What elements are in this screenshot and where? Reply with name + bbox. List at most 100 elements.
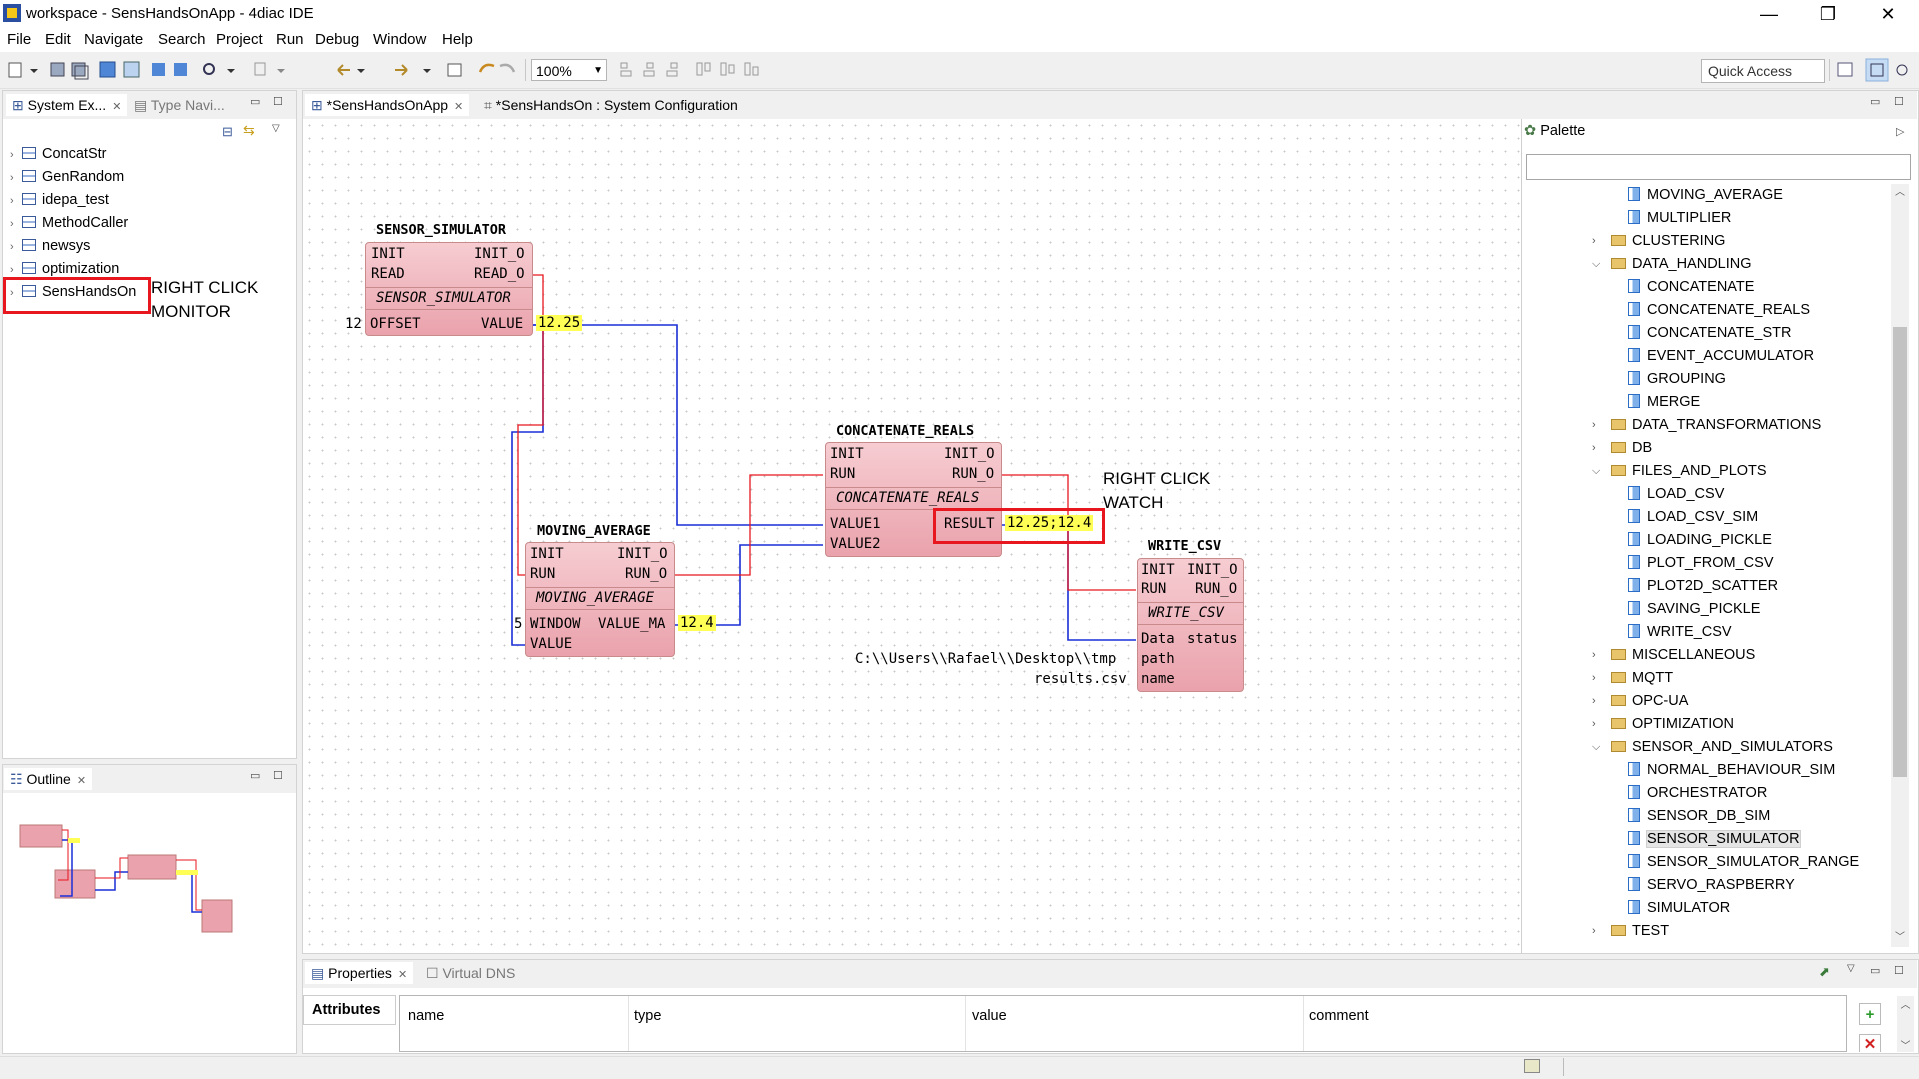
port-offset[interactable]: OFFSET (370, 316, 421, 332)
palette-item[interactable]: SAVING_PICKLE (1524, 598, 1891, 621)
palette-item[interactable]: SIMULATOR (1524, 897, 1891, 920)
palette-item[interactable]: PLOT2D_SCATTER (1524, 575, 1891, 598)
palette-item[interactable]: LOADING_PICKLE (1524, 529, 1891, 552)
palette-folder[interactable]: › CLUSTERING (1524, 230, 1891, 253)
chevron-right-icon[interactable]: › (1592, 437, 1596, 460)
palette-item[interactable]: CONCATENATE_REALS (1524, 299, 1891, 322)
view-menu-icon[interactable]: ▽ (1847, 963, 1855, 974)
path-constant[interactable]: C:\\Users\\Rafael\\Desktop\\tmp (855, 651, 1116, 667)
scroll-down-icon[interactable]: ﹀ (1891, 929, 1909, 947)
palette-item[interactable]: WRITE_CSV (1524, 621, 1891, 644)
port-status[interactable]: status (1187, 631, 1238, 647)
port-init-o[interactable]: INIT_O (1187, 562, 1238, 578)
close-tab-icon[interactable]: ✕ (398, 969, 407, 981)
port-init[interactable]: INIT (1141, 562, 1175, 578)
offset-constant[interactable]: 12 (345, 316, 362, 332)
chevron-down-icon[interactable]: ⌵ (1592, 253, 1600, 276)
palette-folder[interactable]: › TEST (1524, 920, 1891, 943)
attributes-section-tab[interactable]: Attributes (303, 995, 396, 1025)
port-init[interactable]: INIT (371, 246, 405, 262)
palette-item[interactable]: PLOT_FROM_CSV (1524, 552, 1891, 575)
port-value1[interactable]: VALUE1 (830, 516, 881, 532)
port-read[interactable]: READ (371, 266, 405, 282)
port-value-ma[interactable]: VALUE_MA (598, 616, 665, 632)
palette-item[interactable]: MERGE (1524, 391, 1891, 414)
palette-item[interactable]: SERVO_RASPBERRY (1524, 874, 1891, 897)
port-path[interactable]: path (1141, 651, 1175, 667)
palette-item[interactable]: MULTIPLIER (1524, 207, 1891, 230)
port-run[interactable]: RUN (830, 466, 855, 482)
palette-item[interactable]: NORMAL_BEHAVIOUR_SIM (1524, 759, 1891, 782)
port-init-o[interactable]: INIT_O (617, 546, 668, 562)
column-header-name[interactable]: name (408, 1008, 444, 1024)
properties-scrollbar[interactable]: ︿ ﹀ (1897, 996, 1914, 1052)
palette-item[interactable]: CONCATENATE (1524, 276, 1891, 299)
column-header-comment[interactable]: comment (1309, 1008, 1369, 1024)
maximize-view-icon[interactable]: ☐ (1894, 964, 1904, 977)
palette-folder[interactable]: › OPTIMIZATION (1524, 713, 1891, 736)
port-window[interactable]: WINDOW (530, 616, 581, 632)
window-constant[interactable]: 5 (514, 616, 522, 632)
chevron-down-icon[interactable]: ⌵ (1592, 460, 1600, 483)
watch-value-sensor[interactable]: 12.25 (536, 315, 583, 331)
port-init-o[interactable]: INIT_O (944, 446, 995, 462)
port-name[interactable]: name (1141, 671, 1175, 687)
port-init[interactable]: INIT (530, 546, 564, 562)
port-value[interactable]: VALUE (530, 636, 572, 652)
palette-folder[interactable]: ⌵ SENSOR_AND_SIMULATORS (1524, 736, 1891, 759)
pin-view-icon[interactable]: ⬈ (1819, 964, 1830, 980)
minimize-view-icon[interactable]: ▭ (1870, 964, 1880, 977)
chevron-right-icon[interactable]: › (1592, 920, 1596, 943)
chevron-right-icon[interactable]: › (1592, 690, 1596, 713)
port-read-o[interactable]: READ_O (474, 266, 525, 282)
palette-search-input[interactable] (1526, 154, 1911, 180)
palette-item[interactable]: SENSOR_SIMULATOR_RANGE (1524, 851, 1891, 874)
chevron-right-icon[interactable]: › (1592, 644, 1596, 667)
palette-folder[interactable]: › DATA_TRANSFORMATIONS (1524, 414, 1891, 437)
column-header-type[interactable]: type (634, 1008, 661, 1024)
status-icon[interactable] (1524, 1059, 1540, 1073)
delete-attribute-icon[interactable]: ✕ (1859, 1034, 1881, 1052)
chevron-right-icon[interactable]: › (1592, 414, 1596, 437)
scroll-down-icon[interactable]: ﹀ (1897, 1037, 1914, 1052)
port-run-o[interactable]: RUN_O (952, 466, 994, 482)
watch-value-moving-average[interactable]: 12.4 (678, 615, 716, 631)
palette-folder[interactable]: › MISCELLANEOUS (1524, 644, 1891, 667)
palette-item[interactable]: GROUPING (1524, 368, 1891, 391)
tab-virtual-dns[interactable]: ☐ Virtual DNS (420, 962, 521, 984)
data-connection-value-to-value1[interactable] (533, 324, 823, 526)
palette-scrollbar[interactable]: ︿ ﹀ (1891, 184, 1909, 947)
port-run-o[interactable]: RUN_O (625, 566, 667, 582)
data-connection-valuema-to-value2[interactable] (675, 544, 823, 626)
port-data[interactable]: Data (1141, 631, 1175, 647)
palette-item[interactable]: SENSOR_SIMULATOR (1524, 828, 1891, 851)
port-value2[interactable]: VALUE2 (830, 536, 881, 552)
chevron-right-icon[interactable]: › (1592, 230, 1596, 253)
port-run[interactable]: RUN (1141, 581, 1166, 597)
column-header-value[interactable]: value (972, 1008, 1007, 1024)
palette-item[interactable]: LOAD_CSV_SIM (1524, 506, 1891, 529)
palette-folder[interactable]: › OPC-UA (1524, 690, 1891, 713)
name-constant[interactable]: results.csv (1034, 671, 1127, 687)
palette-collapse-icon[interactable]: ▷ (1896, 125, 1904, 138)
palette-item[interactable]: MOVING_AVERAGE (1524, 184, 1891, 207)
palette-folder[interactable]: ⌵ DATA_HANDLING (1524, 253, 1891, 276)
palette-item[interactable]: EVENT_ACCUMULATOR (1524, 345, 1891, 368)
chevron-right-icon[interactable]: › (1592, 713, 1596, 736)
scroll-up-icon[interactable]: ︿ (1897, 996, 1914, 1011)
port-value[interactable]: VALUE (481, 316, 523, 332)
palette-item[interactable]: SENSOR_DB_SIM (1524, 805, 1891, 828)
tab-properties[interactable]: ▤ Properties ✕ (305, 962, 414, 984)
palette-item[interactable]: LOAD_CSV (1524, 483, 1891, 506)
port-init[interactable]: INIT (830, 446, 864, 462)
add-attribute-icon[interactable]: + (1859, 1003, 1881, 1025)
chevron-right-icon[interactable]: › (1592, 667, 1596, 690)
port-run-o[interactable]: RUN_O (1195, 581, 1237, 597)
palette-scroll-thumb[interactable] (1893, 327, 1907, 777)
palette-folder[interactable]: ⌵ FILES_AND_PLOTS (1524, 460, 1891, 483)
scroll-up-icon[interactable]: ︿ (1891, 184, 1909, 202)
palette-folder[interactable]: › DB (1524, 437, 1891, 460)
chevron-down-icon[interactable]: ⌵ (1592, 736, 1600, 759)
palette-item[interactable]: CONCATENATE_STR (1524, 322, 1891, 345)
palette-folder[interactable]: › MQTT (1524, 667, 1891, 690)
